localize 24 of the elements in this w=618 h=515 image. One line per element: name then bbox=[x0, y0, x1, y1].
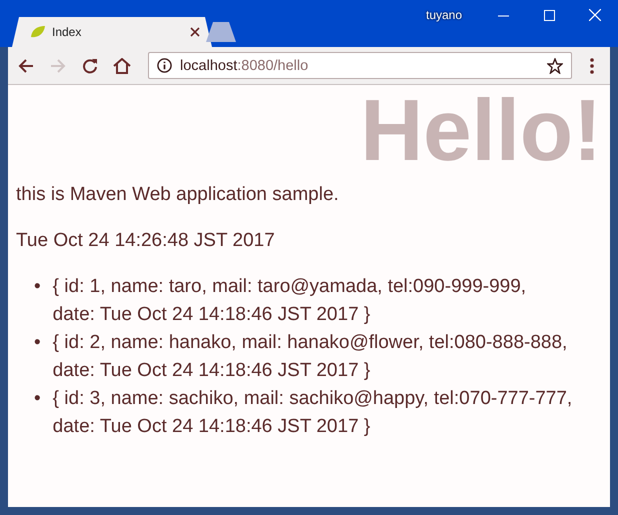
address-field[interactable]: localhost:8080/hello bbox=[148, 52, 572, 79]
bullet: • bbox=[34, 331, 41, 355]
tab-title: Index bbox=[52, 25, 82, 39]
user-name: tuyano bbox=[426, 8, 462, 22]
browser-tab[interactable] bbox=[206, 22, 236, 42]
home-icon[interactable] bbox=[113, 58, 131, 74]
record-item: { id: 1, name: taro, mail: taro@yamada, tel:090-999-999, date: Tue Oct 24 14:18:46 JST 2017 } bbox=[52, 275, 528, 327]
intro-text: this is Maven Web application sample. bbox=[16, 183, 340, 207]
bullet: • bbox=[34, 275, 41, 299]
close-icon[interactable] bbox=[190, 27, 200, 37]
page-heading: Hello! bbox=[359, 89, 602, 173]
maximize-icon[interactable] bbox=[544, 10, 554, 20]
record-item: { id: 2, name: hanako, mail: hanako@flower, tel:080-888-888, date: Tue Oct 24 14:18:46 JST 2017 } bbox=[52, 331, 568, 383]
url-text: localhost:8080/hello bbox=[180, 58, 310, 74]
browser-tab[interactable]: Index bbox=[12, 17, 212, 47]
record-item: { id: 3, name: sachiko, mail: sachiko@happy, tel:070-777-777, date: Tue Oct 24 14:18:46 JST 2017 } bbox=[52, 387, 573, 439]
star-icon[interactable] bbox=[547, 58, 563, 74]
back-icon[interactable] bbox=[18, 58, 34, 74]
bullet: • bbox=[34, 387, 41, 411]
leaf-icon bbox=[30, 25, 46, 39]
info-icon[interactable] bbox=[157, 58, 172, 73]
menu-icon[interactable] bbox=[590, 58, 594, 74]
time-text: Tue Oct 24 14:26:48 JST 2017 bbox=[16, 229, 276, 253]
reload-icon[interactable] bbox=[82, 58, 98, 74]
